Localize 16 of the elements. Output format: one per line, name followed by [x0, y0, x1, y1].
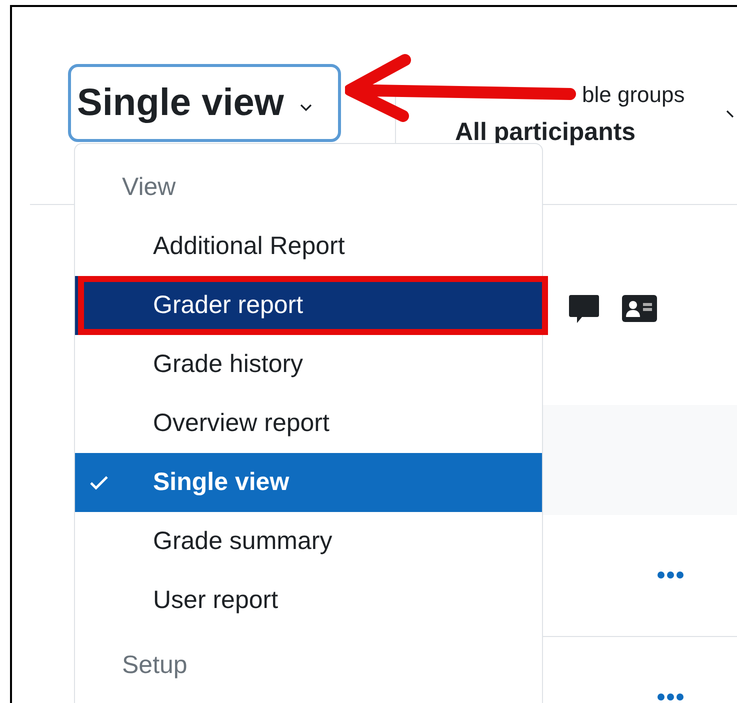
- menu-item[interactable]: Overview report: [75, 394, 542, 453]
- contact-card-icon[interactable]: [622, 295, 657, 322]
- caret-icon: [300, 104, 312, 112]
- menu-heading: Setup: [121, 650, 188, 681]
- check-icon: [90, 476, 108, 490]
- menu-heading: View: [121, 172, 177, 203]
- menu-item[interactable]: Grade history: [75, 335, 542, 394]
- menu-item[interactable]: Grade summary: [75, 512, 542, 571]
- comment-icon[interactable]: [568, 293, 600, 325]
- menu-item[interactable]: Single view: [75, 453, 542, 512]
- menu-item[interactable]: Additional Report: [75, 217, 542, 276]
- more-icon[interactable]: [657, 571, 684, 579]
- view-select[interactable]: Single view: [68, 64, 341, 142]
- groups-label: ble groups: [582, 81, 685, 109]
- more-icon[interactable]: [657, 693, 684, 701]
- menu-item[interactable]: User report: [75, 571, 542, 630]
